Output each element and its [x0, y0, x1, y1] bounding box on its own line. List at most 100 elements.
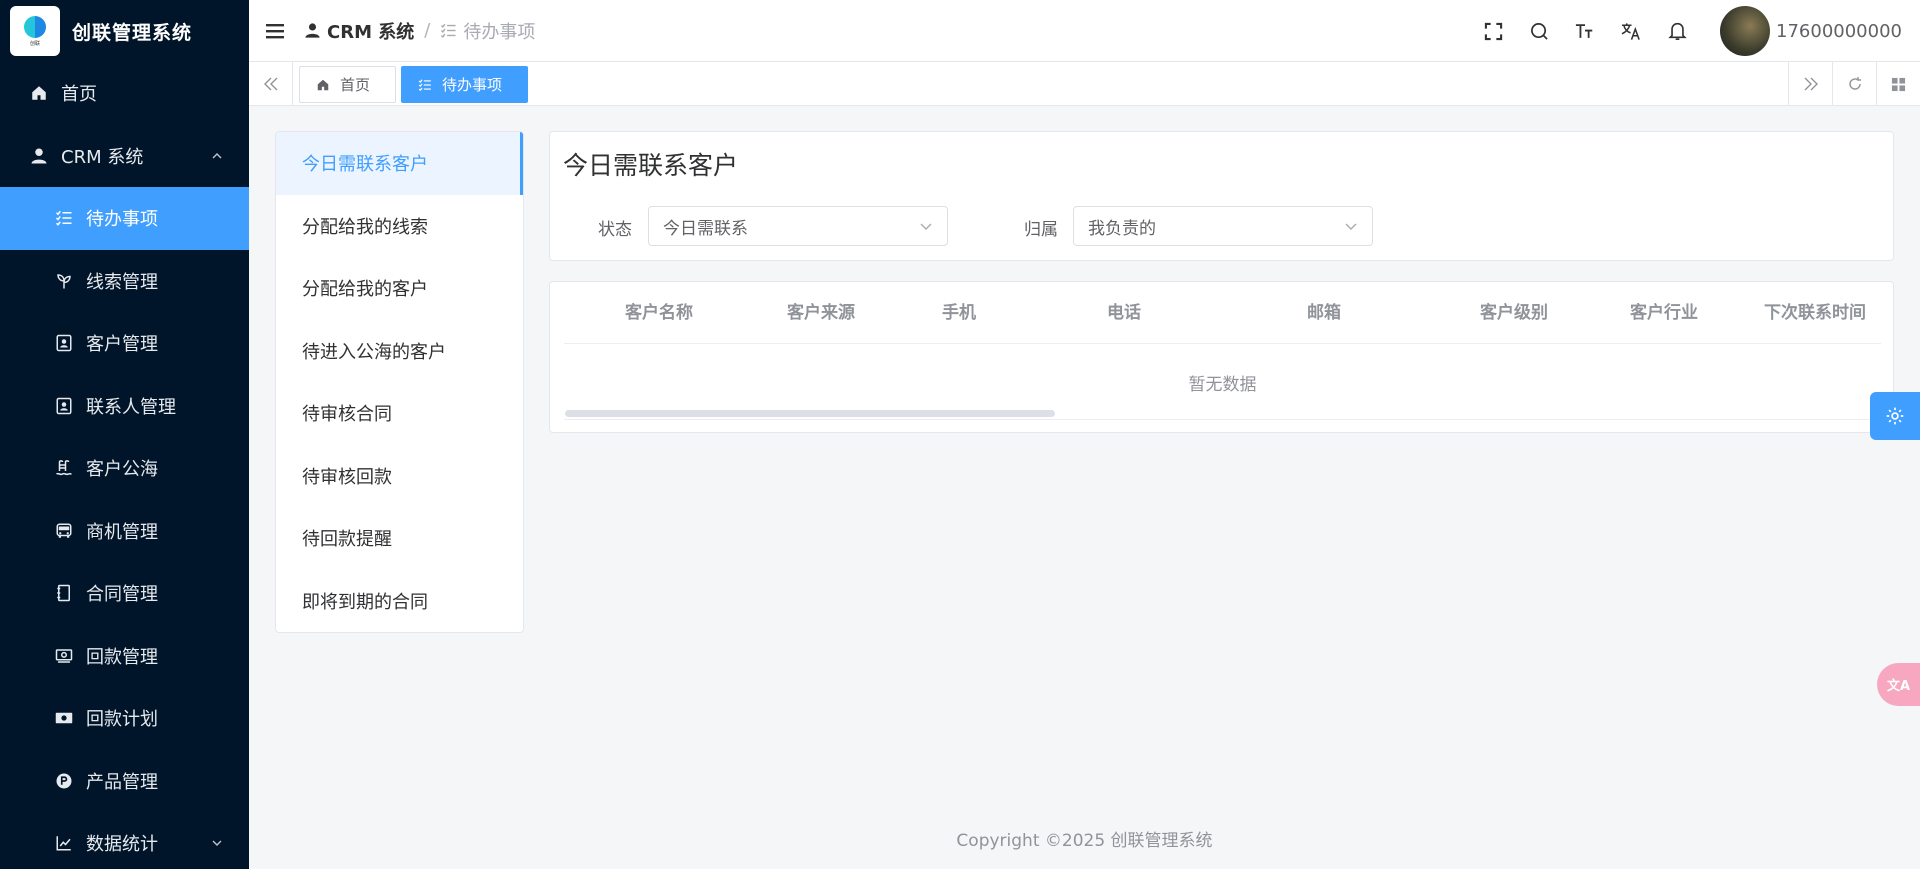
tab-home[interactable]: 首页: [299, 66, 396, 103]
sidebar-item-label: 联系人管理: [86, 396, 176, 418]
status-select[interactable]: 今日需联系: [648, 206, 948, 246]
sidebar-item-crm[interactable]: CRM 系统: [0, 125, 249, 188]
page-title: 今日需联系客户: [563, 151, 739, 180]
todo-menu-item[interactable]: 分配给我的客户: [276, 257, 523, 320]
column-header[interactable]: 客户名称: [594, 282, 724, 344]
refresh-tab-button[interactable]: [1832, 62, 1876, 106]
sidebar-item-label: 待办事项: [86, 209, 158, 231]
header-actions: 17600000000: [1470, 0, 1920, 62]
tab-todo[interactable]: 待办事项: [401, 66, 528, 103]
column-header[interactable]: 客户行业: [1594, 282, 1734, 344]
home-icon: [29, 83, 49, 103]
cash-icon: [54, 708, 74, 728]
username[interactable]: 17600000000: [1776, 21, 1902, 42]
owner-select[interactable]: 我负责的: [1073, 206, 1373, 246]
breadcrumb: CRM 系统 / 待办事项: [304, 18, 535, 44]
contact-card-icon: [54, 333, 74, 353]
logo-mark-icon: [24, 15, 46, 38]
todo-menu-item[interactable]: 即将到期的合同: [276, 570, 523, 633]
sidebar-item-payments[interactable]: 回款管理: [0, 625, 249, 688]
footer-copyright: Copyright ©2025 创联管理系统: [956, 831, 1213, 851]
column-header[interactable]: 下次联系时间: [1744, 282, 1884, 344]
status-select-value: 今日需联系: [663, 218, 748, 239]
sidebar-item-label: 合同管理: [86, 584, 158, 606]
contact-card-icon: [54, 396, 74, 416]
empty-state: 暂无数据: [1188, 375, 1257, 395]
breadcrumb-current: 待办事项: [440, 18, 535, 44]
fullscreen-icon[interactable]: [1482, 20, 1504, 42]
floating-translate-button[interactable]: 文A: [1877, 663, 1920, 706]
chart-icon: [54, 833, 74, 853]
app-title: 创联管理系统: [72, 21, 193, 44]
customer-table: 客户名称 客户来源 手机 电话 邮箱 客户级别 客户行业 下次联系时间 暂无数据: [549, 281, 1894, 433]
breadcrumb-root[interactable]: CRM 系统: [304, 18, 414, 44]
notebook-icon: [54, 583, 74, 603]
top-header: CRM 系统 / 待办事项 17600000000: [249, 0, 1920, 62]
menu-toggle-icon[interactable]: [264, 20, 286, 42]
owner-select-value: 我负责的: [1088, 218, 1156, 239]
status-label: 状态: [598, 220, 632, 240]
user-icon: [304, 22, 321, 39]
app-logo[interactable]: 创联: [10, 6, 60, 56]
todo-menu-item[interactable]: 待审核合同: [276, 382, 523, 445]
todo-menu-item[interactable]: 待进入公海的客户: [276, 320, 523, 383]
checklist-icon: [54, 208, 74, 228]
sidebar-item-products[interactable]: 产品管理: [0, 750, 249, 813]
sidebar-item-label: 回款计划: [86, 709, 158, 731]
column-header[interactable]: 电话: [1054, 282, 1194, 344]
todo-menu-item[interactable]: 分配给我的线索: [276, 195, 523, 258]
sidebar-item-payment-plan[interactable]: 回款计划: [0, 687, 249, 750]
tab-menu-button[interactable]: [1876, 62, 1920, 106]
sidebar-item-customer-pool[interactable]: 客户公海: [0, 437, 249, 500]
sidebar-item-customers[interactable]: 客户管理: [0, 312, 249, 375]
chevron-up-icon: [212, 152, 222, 159]
todo-menu-item[interactable]: 待审核回款: [276, 445, 523, 508]
leaf-icon: [54, 271, 74, 291]
checklist-icon: [418, 78, 432, 92]
avatar[interactable]: [1720, 6, 1771, 56]
todo-menu: 今日需联系客户 分配给我的线索 分配给我的客户 待进入公海的客户 待审核合同 待…: [275, 131, 524, 633]
refresh-icon: [1848, 77, 1861, 90]
breadcrumb-current-label: 待办事项: [463, 21, 536, 43]
sidebar: 创联 创联管理系统 首页 CRM 系统 待办事项 线索管理 客户管理 联系人管理…: [0, 0, 249, 869]
tabs-scroll-right[interactable]: [1788, 62, 1832, 106]
tab-label: 待办事项: [442, 76, 503, 94]
sidebar-item-contacts[interactable]: 联系人管理: [0, 375, 249, 438]
sidebar-item-leads[interactable]: 线索管理: [0, 250, 249, 313]
filter-card: 今日需联系客户 状态 今日需联系 归属 我负责的: [549, 131, 1894, 261]
todo-menu-item[interactable]: 待回款提醒: [276, 507, 523, 570]
column-header[interactable]: 客户来源: [756, 282, 886, 344]
home-icon: [316, 78, 330, 92]
font-size-icon[interactable]: [1574, 20, 1596, 42]
todo-menu-item[interactable]: 今日需联系客户: [276, 132, 523, 195]
sidebar-item-statistics[interactable]: 数据统计: [0, 812, 249, 869]
checklist-icon: [440, 22, 457, 39]
search-icon[interactable]: [1528, 20, 1550, 42]
column-header[interactable]: 邮箱: [1244, 282, 1404, 344]
logo-row: 创联 创联管理系统: [0, 0, 249, 62]
bell-icon[interactable]: [1666, 20, 1688, 42]
sidebar-item-contracts[interactable]: 合同管理: [0, 562, 249, 625]
sidebar-item-todo[interactable]: 待办事项: [0, 187, 249, 250]
column-header[interactable]: 客户级别: [1444, 282, 1584, 344]
table-header: 客户名称 客户来源 手机 电话 邮箱 客户级别 客户行业 下次联系时间: [564, 282, 1881, 344]
table-divider: [564, 419, 1881, 420]
logo-caption: 创联: [29, 40, 40, 47]
column-header[interactable]: 手机: [904, 282, 1014, 344]
settings-button[interactable]: [1870, 392, 1920, 440]
breadcrumb-separator: /: [424, 20, 431, 41]
double-chevron-left-icon: [263, 77, 277, 91]
product-p-icon: [54, 771, 74, 791]
bus-icon: [54, 521, 74, 541]
translate-icon[interactable]: [1620, 20, 1642, 42]
sidebar-item-home[interactable]: 首页: [0, 62, 249, 125]
owner-label: 归属: [1024, 220, 1058, 240]
sidebar-item-label: 线索管理: [86, 271, 158, 293]
tabs-scroll-left[interactable]: [249, 62, 293, 106]
sidebar-item-label: 数据统计: [86, 834, 158, 856]
sidebar-item-opportunities[interactable]: 商机管理: [0, 500, 249, 563]
chevron-down-icon: [920, 223, 932, 230]
horizontal-scrollbar[interactable]: [565, 410, 1055, 417]
money-icon: [54, 646, 74, 666]
translate-icon: 文A: [1886, 679, 1911, 694]
